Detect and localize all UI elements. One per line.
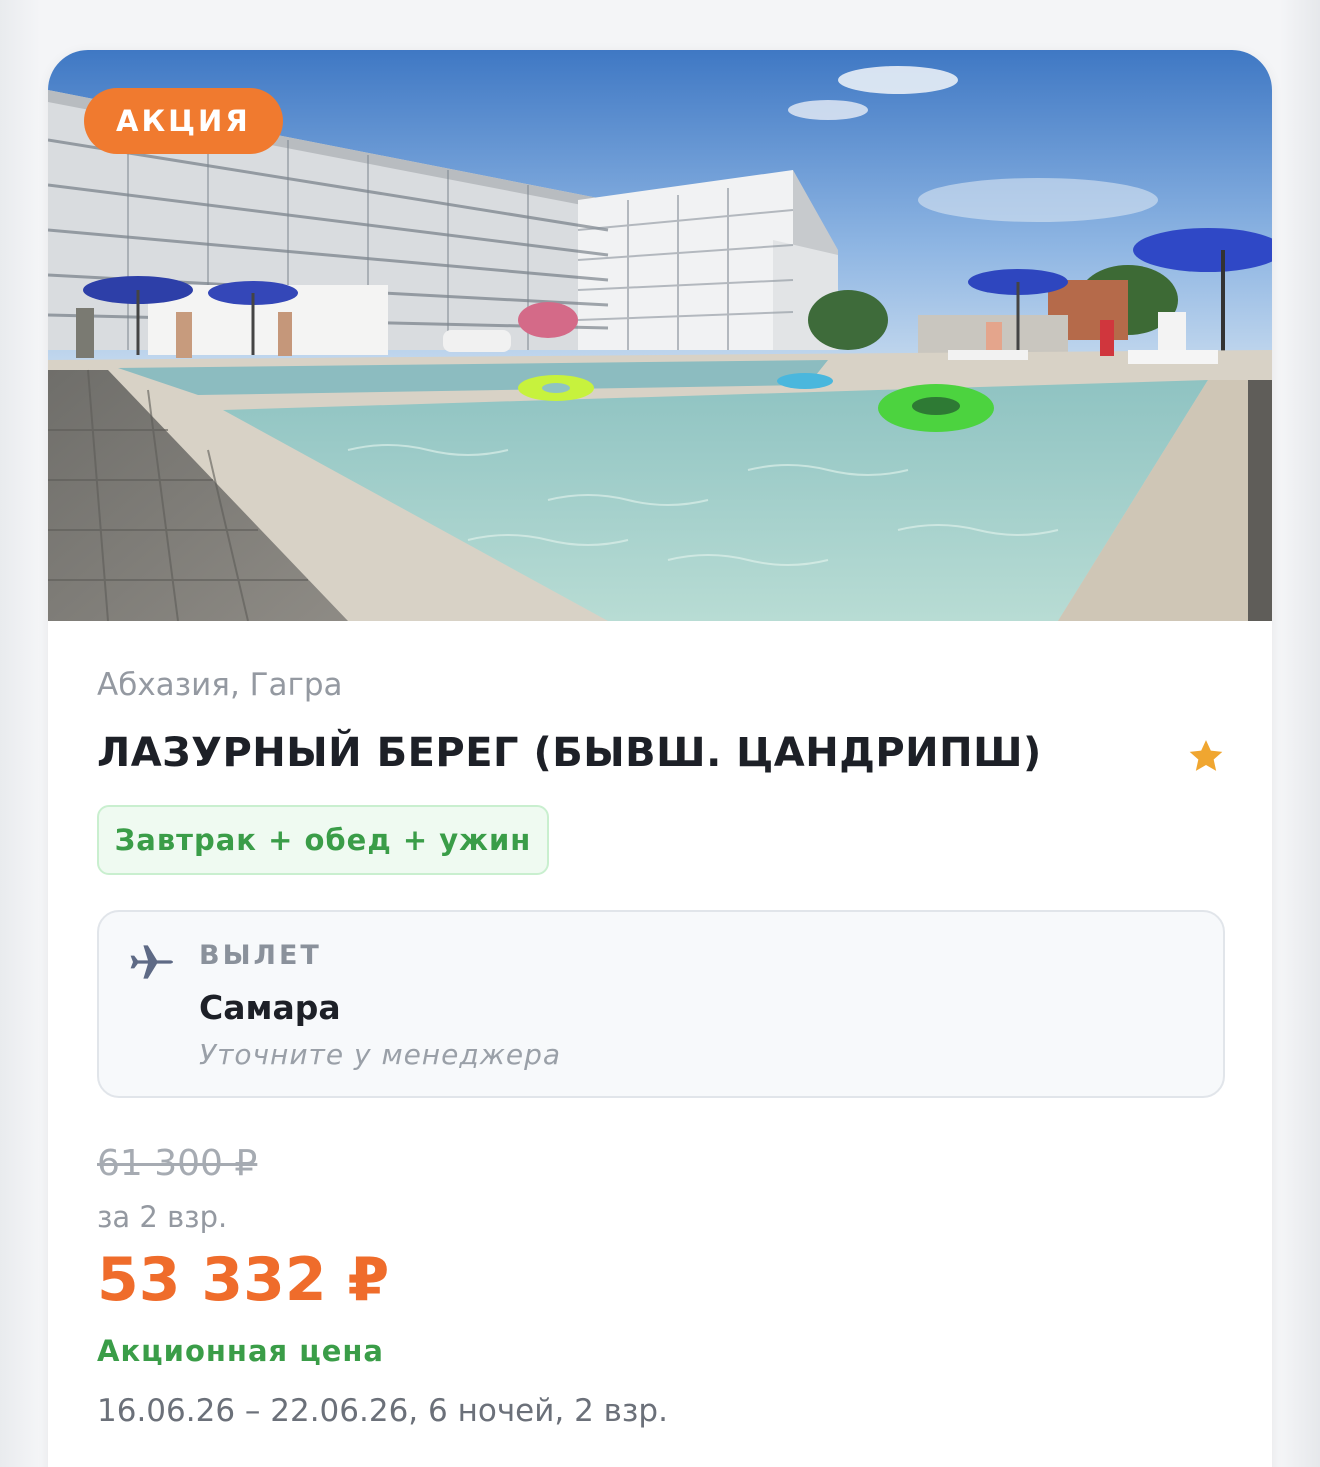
tour-card[interactable]: АКЦИЯ Абхазия, Гагра ЛАЗУРНЫЙ БЕРЕГ (БЫВ… xyxy=(48,50,1272,1467)
star-icon xyxy=(1189,740,1223,771)
departure-note: Уточните у менеджера xyxy=(199,1038,562,1071)
departure-block: ВЫЛЕТ Самара Уточните у менеджера xyxy=(97,910,1225,1098)
page: АКЦИЯ Абхазия, Гагра ЛАЗУРНЫЙ БЕРЕГ (БЫВ… xyxy=(0,0,1320,1467)
current-price: 53 332 ₽ xyxy=(97,1245,390,1315)
old-price: 61 300 ₽ xyxy=(97,1143,258,1184)
departure-label: ВЫЛЕТ xyxy=(199,940,322,971)
promo-price-label: Акционная цена xyxy=(97,1334,384,1368)
hotel-photo[interactable]: АКЦИЯ xyxy=(48,50,1272,621)
plane-icon xyxy=(130,945,173,979)
tour-dates: 16.06.26 – 22.06.26, 6 ночей, 2 взр. xyxy=(97,1393,668,1429)
promo-badge: АКЦИЯ xyxy=(84,88,283,154)
hotel-title[interactable]: ЛАЗУРНЫЙ БЕРЕГ (БЫВШ. ЦАНДРИПШ) xyxy=(97,730,1042,776)
location-text: Абхазия, Гагра xyxy=(97,667,343,703)
price-per-people: за 2 взр. xyxy=(97,1200,228,1234)
meal-badge: Завтрак + обед + ужин xyxy=(97,805,549,875)
departure-city: Самара xyxy=(199,988,341,1027)
